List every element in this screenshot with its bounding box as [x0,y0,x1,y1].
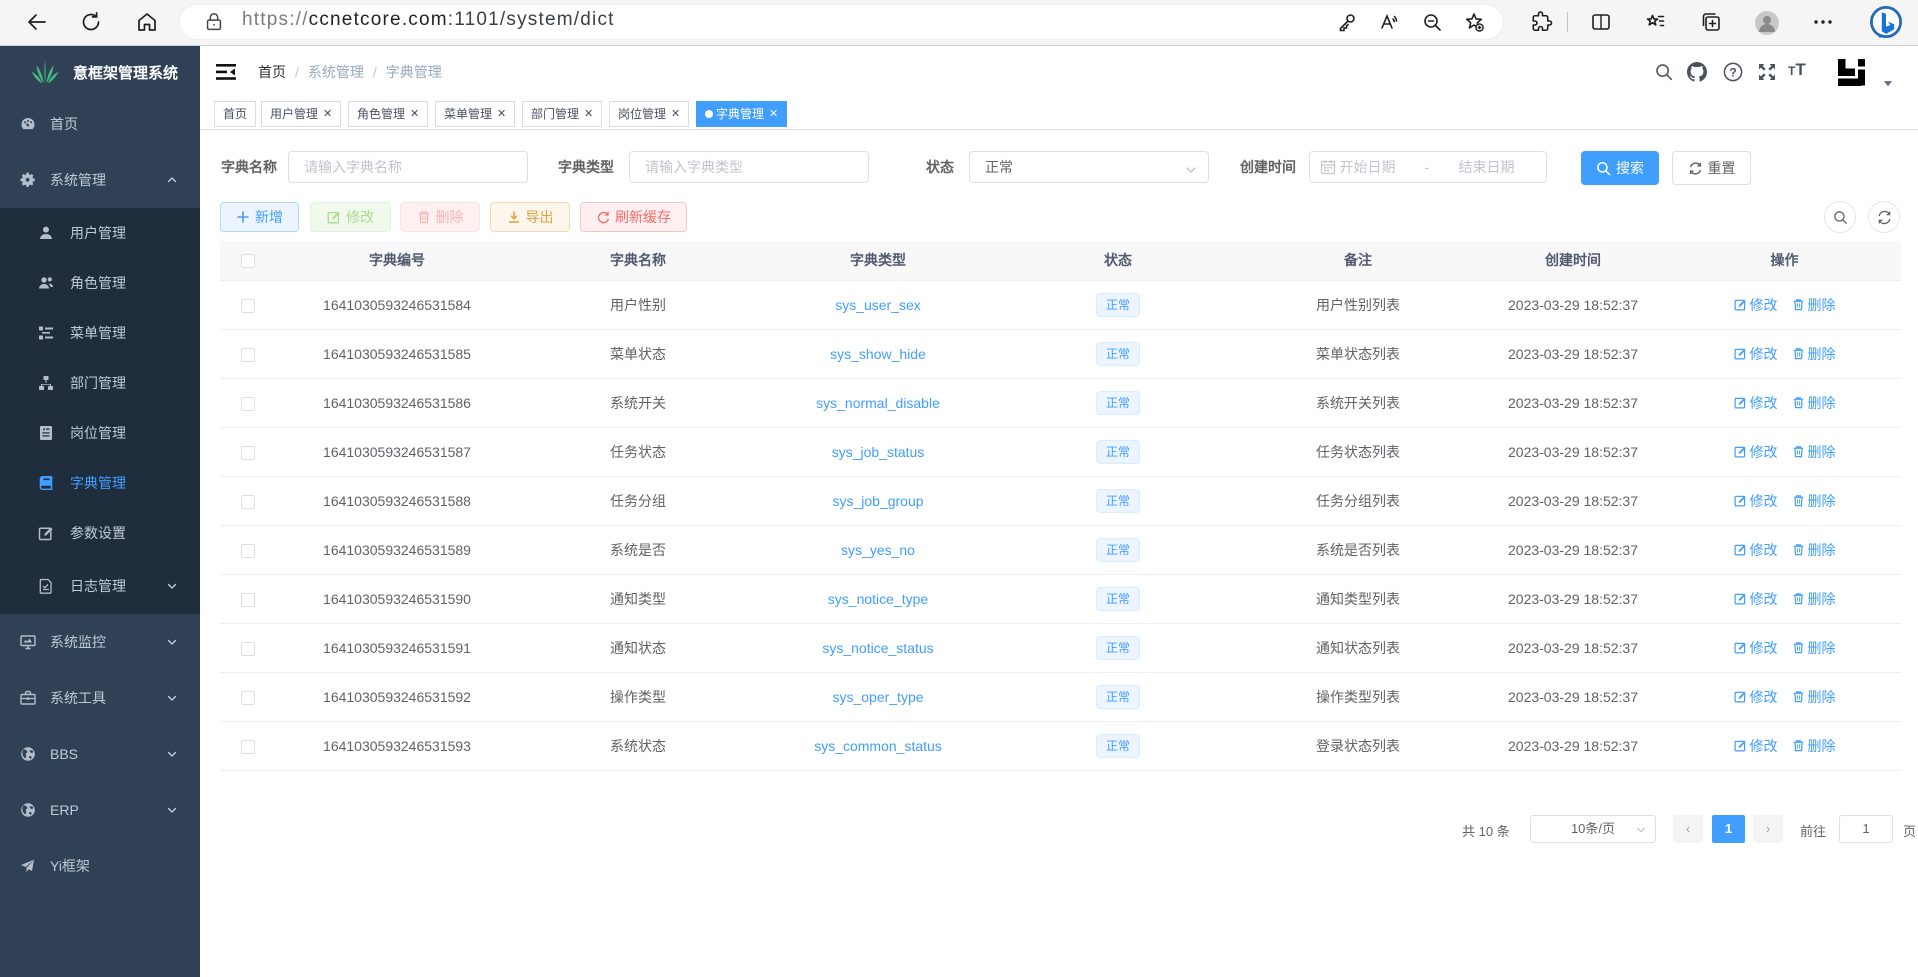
svg-text:?: ? [1729,65,1736,79]
